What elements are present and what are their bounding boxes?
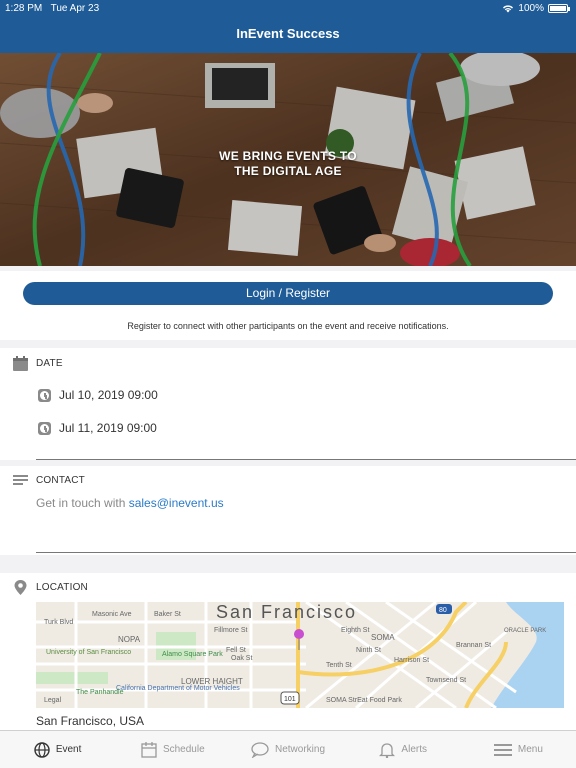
map-label: SOMA StrEat Food Park	[326, 697, 402, 704]
tab-label: Menu	[517, 744, 543, 755]
map-label: Masonic Ave	[92, 611, 132, 618]
contact-text: Get in touch with sales@inevent.us	[36, 496, 224, 510]
contact-prefix: Get in touch with	[36, 496, 129, 510]
battery-icon	[548, 4, 570, 13]
map-label: Eighth St	[341, 627, 369, 634]
tab-event[interactable]: Event	[0, 731, 115, 768]
contact-section-header: CONTACT	[13, 473, 85, 488]
tab-label: Alerts	[401, 744, 427, 755]
calendar-icon	[141, 741, 157, 758]
date-entry-text: Jul 10, 2019 09:00	[59, 388, 158, 402]
lines-icon	[13, 475, 28, 485]
date-entry: Jul 11, 2019 09:00	[38, 421, 157, 435]
tab-alerts[interactable]: Alerts	[346, 731, 461, 768]
map-label: SOMA	[371, 633, 395, 642]
globe-icon	[34, 741, 50, 758]
login-note: Register to connect with other participa…	[127, 321, 449, 331]
map-city-label: San Francisco	[216, 602, 357, 622]
page-title: InEvent Success	[236, 26, 340, 41]
separator	[0, 460, 576, 466]
status-time: 1:28 PM	[5, 3, 43, 14]
chat-bubble-icon	[251, 741, 269, 758]
date-section-header: DATE	[13, 356, 63, 371]
battery-percent: 100%	[518, 3, 544, 14]
map-label: Ninth St	[356, 647, 381, 654]
map-highway-label: 101	[284, 696, 296, 703]
map-label: California Department of Motor Vehicles	[116, 685, 240, 692]
map-label: University of San Francisco	[46, 649, 131, 656]
map-label: Legal	[44, 697, 62, 704]
location-section-title: LOCATION	[36, 582, 88, 593]
bell-icon	[379, 742, 396, 758]
map-label: ORACLE PARK	[504, 628, 546, 634]
pin-icon	[14, 580, 27, 595]
location-section-header: LOCATION	[13, 580, 88, 595]
location-address: San Francisco, USA	[36, 714, 145, 728]
hero-tagline: WE BRING EVENTS TO THE DIGITAL AGE	[0, 149, 576, 179]
clock-icon	[38, 421, 51, 435]
map-label: Turk Blvd	[44, 619, 73, 626]
wifi-icon	[503, 5, 514, 13]
tab-schedule[interactable]: Schedule	[115, 731, 230, 768]
tab-label: Schedule	[162, 744, 205, 755]
map-highway-label: 80	[439, 607, 447, 614]
map-label: The Panhandle	[76, 689, 124, 696]
status-date: Tue Apr 23	[50, 3, 100, 14]
tab-menu[interactable]: Menu	[461, 731, 576, 768]
contact-email-link[interactable]: sales@inevent.us	[129, 496, 224, 510]
date-section-title: DATE	[36, 358, 63, 369]
map-graphic: Turk Blvd NOPA University of San Francis…	[36, 602, 564, 708]
login-register-button[interactable]: Login / Register	[23, 282, 553, 305]
map-label: Oak St	[231, 655, 252, 662]
contact-section-title: CONTACT	[36, 475, 85, 486]
hamburger-icon	[493, 743, 512, 756]
clock-icon	[38, 388, 51, 402]
map-label: NOPA	[118, 635, 141, 644]
date-entry-text: Jul 11, 2019 09:00	[59, 421, 157, 435]
map-label: Harrison St	[394, 657, 429, 664]
tab-label: Networking	[274, 744, 326, 755]
location-map[interactable]: Turk Blvd NOPA University of San Francis…	[36, 602, 564, 708]
map-label: Townsend St	[426, 677, 466, 684]
map-label: LOWER HAIGHT	[181, 677, 243, 686]
status-bar: 1:28 PM Tue Apr 23 100%	[0, 0, 576, 17]
hero-banner: WE BRING EVENTS TO THE DIGITAL AGE	[0, 53, 576, 266]
map-label: Fillmore St	[214, 627, 248, 634]
separator	[0, 555, 576, 573]
tab-label: Event	[55, 744, 82, 755]
separator	[0, 266, 576, 271]
map-label: Tenth St	[326, 662, 352, 669]
map-label: Brannan St	[456, 642, 491, 649]
map-label: Alamo Square Park	[162, 651, 223, 658]
hero-tagline-line2: THE DIGITAL AGE	[234, 164, 342, 178]
top-bar: 1:28 PM Tue Apr 23 100% InEvent Success	[0, 0, 576, 53]
map-label: Baker St	[154, 611, 181, 618]
map-label: Fell St	[226, 647, 246, 654]
separator	[0, 340, 576, 348]
date-entry: Jul 10, 2019 09:00	[38, 388, 158, 402]
hero-tagline-line1: WE BRING EVENTS TO	[219, 149, 357, 163]
tab-networking[interactable]: Networking	[230, 731, 345, 768]
calendar-icon	[13, 356, 28, 371]
divider	[36, 552, 576, 553]
tab-bar: Event Schedule Networking Alerts Menu	[0, 730, 576, 768]
